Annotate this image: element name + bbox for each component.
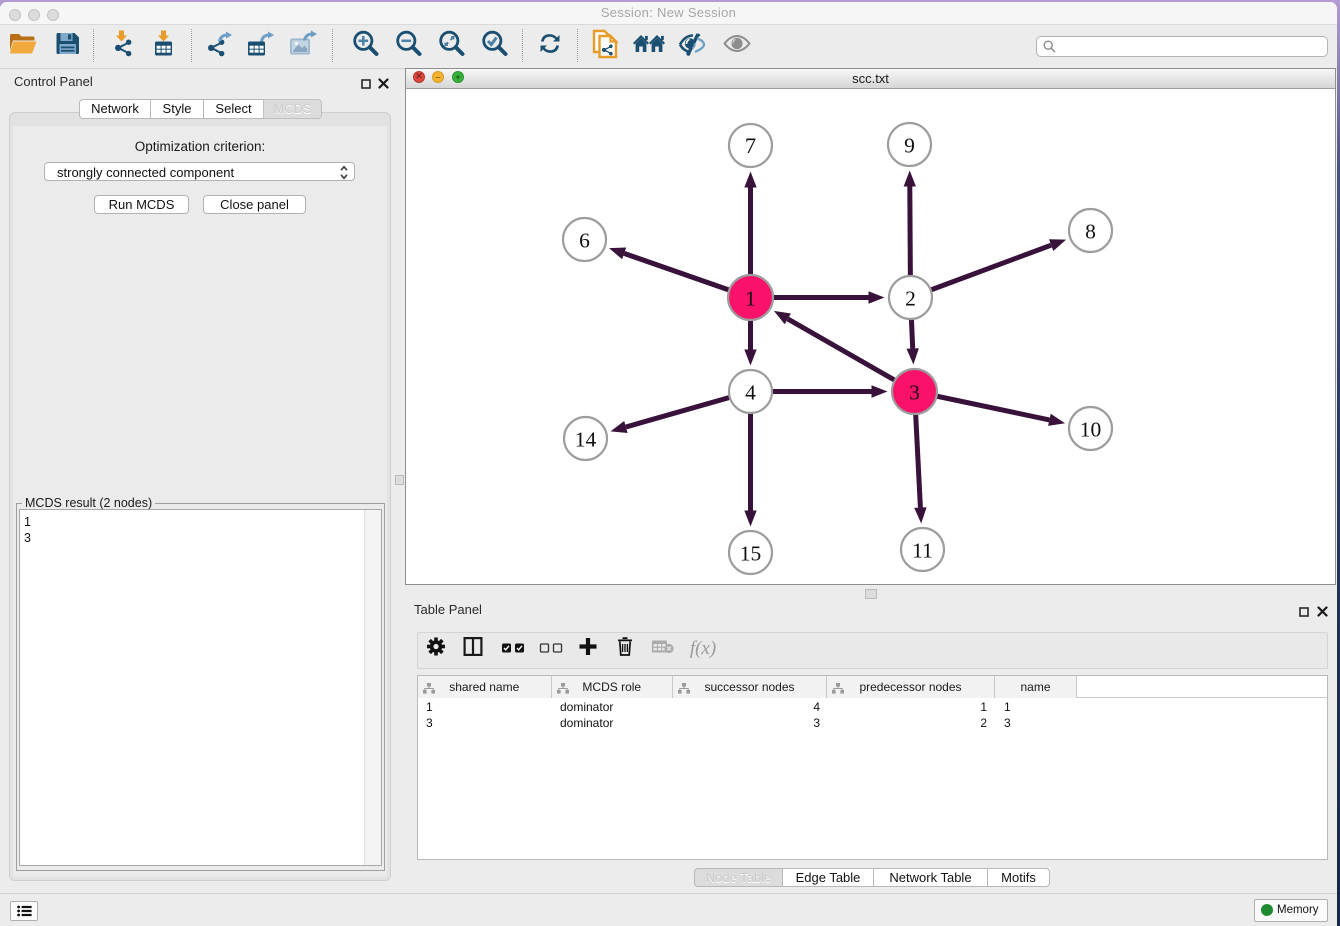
svg-text:2: 2 bbox=[905, 287, 916, 311]
svg-text:3: 3 bbox=[909, 381, 920, 405]
svg-text:6: 6 bbox=[579, 229, 590, 253]
svg-text:11: 11 bbox=[912, 539, 933, 563]
svg-text:9: 9 bbox=[904, 134, 915, 158]
svg-text:15: 15 bbox=[740, 542, 762, 566]
svg-text:8: 8 bbox=[1085, 220, 1096, 244]
svg-text:1: 1 bbox=[745, 287, 756, 311]
svg-text:4: 4 bbox=[745, 381, 756, 405]
svg-text:7: 7 bbox=[745, 133, 756, 158]
svg-text:14: 14 bbox=[575, 428, 597, 452]
svg-text:10: 10 bbox=[1080, 418, 1102, 442]
